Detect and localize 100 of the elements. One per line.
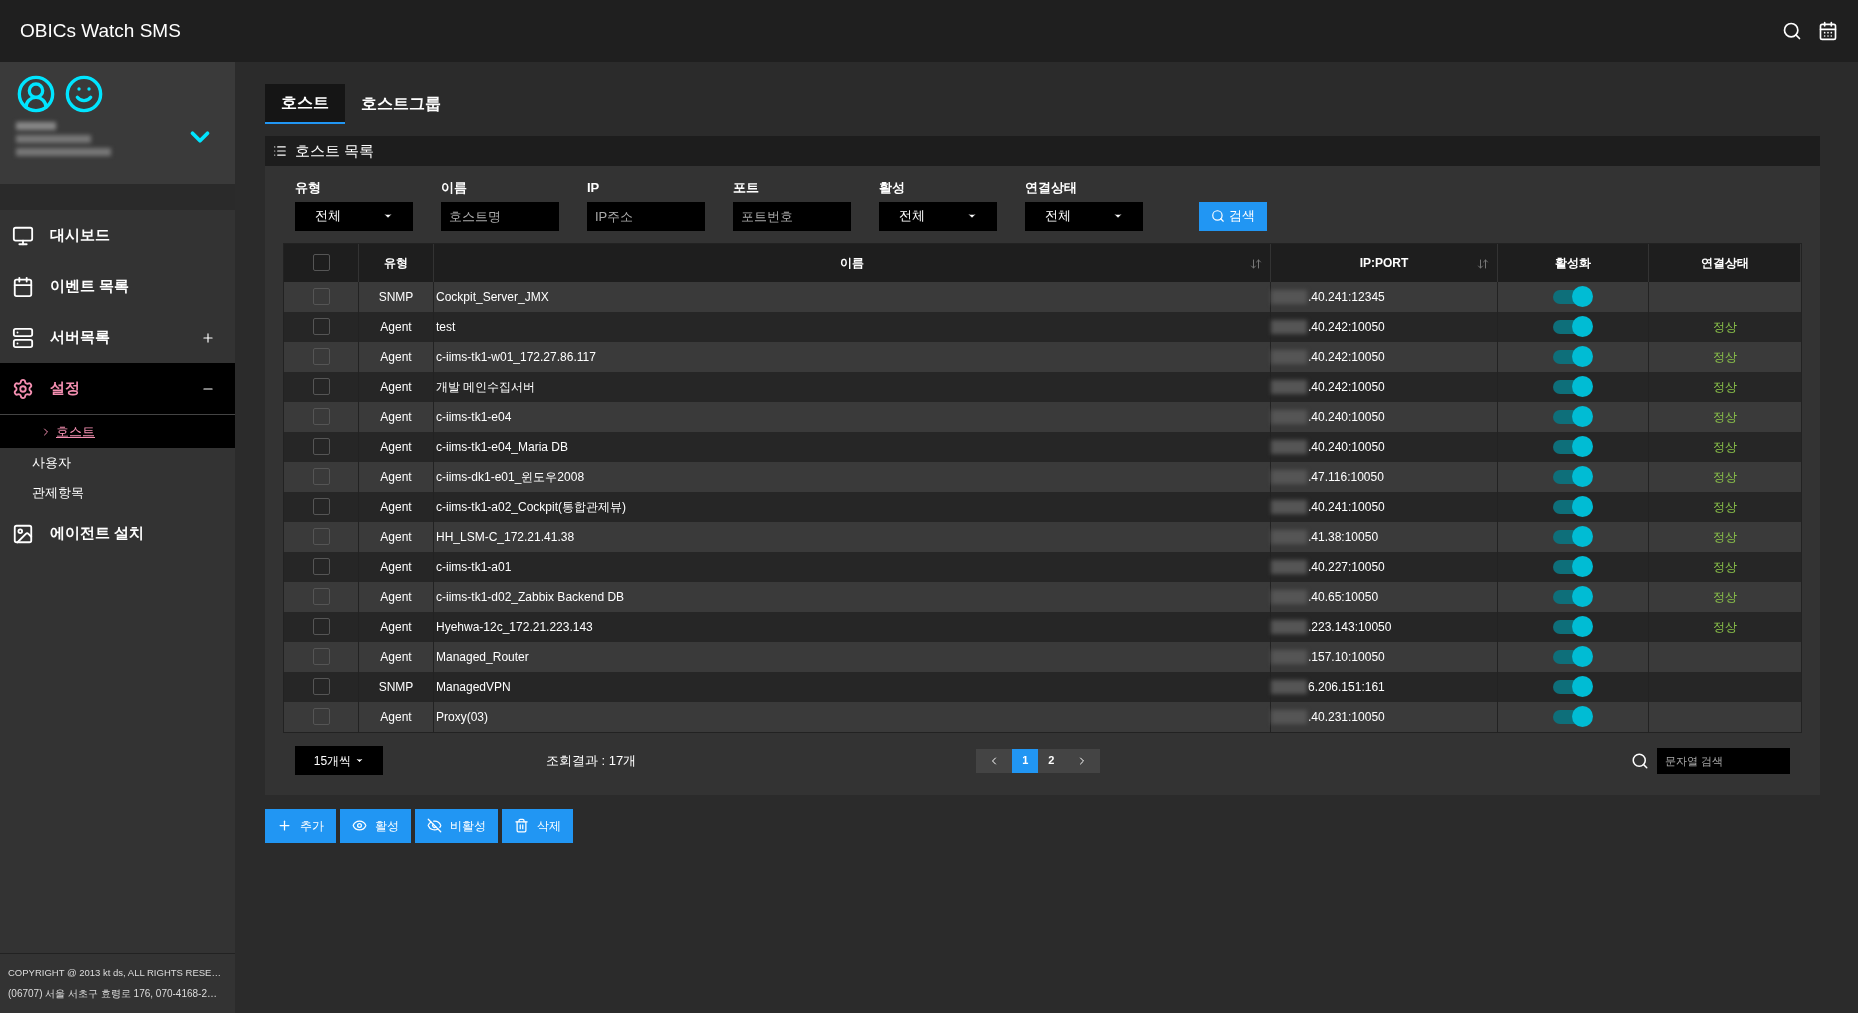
- table-row[interactable]: Agent c-iims-tk1-d02_Zabbix Backend DB .40.65:10050 정상: [284, 581, 1801, 612]
- sidebar-item[interactable]: 대시보드: [0, 210, 235, 261]
- submenu-item[interactable]: 호스트: [0, 414, 235, 448]
- sort-icon[interactable]: [1477, 257, 1489, 270]
- toggle-switch[interactable]: [1553, 435, 1593, 458]
- toggle-switch[interactable]: [1553, 525, 1593, 548]
- redacted-block: [1271, 289, 1307, 304]
- table-cell-text: .47.116:10050: [1308, 468, 1384, 486]
- tab[interactable]: 호스트그룹: [345, 84, 457, 124]
- table-row[interactable]: Agent Managed_Router .157.10:10050: [284, 641, 1801, 672]
- table-cell-text: 6.206.151:161: [1308, 678, 1385, 696]
- page-size-dropdown[interactable]: 15개씩: [295, 746, 383, 775]
- text-search-field[interactable]: 문자열 검색: [1657, 747, 1790, 774]
- table-cell-text: Agent: [380, 378, 412, 396]
- table-row[interactable]: Agent c-iims-tk1-a01 .40.227:10050 정상: [284, 551, 1801, 582]
- sidebar-item[interactable]: 에이전트 설치: [0, 508, 235, 559]
- filter-field[interactable]: 포트번호: [733, 201, 851, 231]
- redacted-block: [1271, 529, 1307, 544]
- toggle-switch[interactable]: [1553, 405, 1593, 428]
- toggle-switch[interactable]: [1553, 585, 1593, 608]
- status-text: 정상: [1713, 498, 1737, 516]
- checkbox[interactable]: [312, 498, 330, 515]
- filter-label: IP: [587, 179, 601, 197]
- filter-dropdown[interactable]: 전체: [1025, 201, 1143, 231]
- table-row[interactable]: Agent Proxy(03) .40.231:10050: [284, 701, 1801, 732]
- filter-dropdown[interactable]: 전체: [879, 201, 997, 231]
- plus-icon: [277, 818, 292, 833]
- checkbox[interactable]: [312, 678, 330, 695]
- table-cell-text: .41.38:10050: [1308, 528, 1379, 546]
- redacted-block: [1271, 649, 1307, 664]
- table-row[interactable]: Agent c-iims-tk1-w01_172.27.86.117 .40.242:10050 정상: [284, 341, 1801, 372]
- table-cell-text: .40.241:10050: [1308, 498, 1385, 516]
- sidebar-item[interactable]: 설정: [0, 363, 235, 414]
- column-header[interactable]: IP:PORT: [1271, 243, 1498, 282]
- checkbox[interactable]: [312, 288, 330, 305]
- checkbox[interactable]: [312, 588, 330, 605]
- table-cell-text: .40.65:10050: [1308, 588, 1379, 606]
- toggle-switch[interactable]: [1553, 705, 1593, 728]
- toggle-switch[interactable]: [1553, 615, 1593, 638]
- submenu-item[interactable]: 사용자: [0, 448, 235, 478]
- table-row[interactable]: Agent Hyehwa-12c_172.21.223.143 .223.143:10050 정상: [284, 611, 1801, 642]
- checkbox[interactable]: [312, 438, 330, 455]
- redacted-block: [1271, 679, 1307, 694]
- toggle-switch[interactable]: [1553, 375, 1593, 398]
- submenu-item[interactable]: 관제항목: [0, 478, 235, 508]
- page-button[interactable]: 2: [1038, 748, 1065, 773]
- filter-label: 이름: [441, 179, 468, 197]
- toggle-switch[interactable]: [1553, 345, 1593, 368]
- checkbox[interactable]: [312, 558, 330, 575]
- table-row[interactable]: Agent 개발 메인수집서버 .40.242:10050 정상: [284, 371, 1801, 402]
- table-row[interactable]: Agent HH_LSM-C_172.21.41.38 .41.38:10050 정상: [284, 521, 1801, 552]
- table-row[interactable]: Agent c-iims-tk1-e04_Maria DB .40.240:10050 정상: [284, 431, 1801, 462]
- redacted-block: [1271, 379, 1307, 394]
- checkbox[interactable]: [312, 378, 330, 395]
- checkbox[interactable]: [312, 254, 330, 271]
- expand-icon[interactable]: [201, 330, 215, 345]
- toggle-switch[interactable]: [1553, 285, 1593, 308]
- table-cell-text: Hyehwa-12c_172.21.223.143: [436, 618, 593, 636]
- filter-field[interactable]: 호스트명: [441, 201, 559, 231]
- toggle-switch[interactable]: [1553, 495, 1593, 518]
- filter-dropdown[interactable]: 전체: [295, 201, 413, 231]
- table-row[interactable]: SNMP ManagedVPN 6.206.151:161: [284, 671, 1801, 702]
- toggle-switch[interactable]: [1553, 315, 1593, 338]
- checkbox[interactable]: [312, 618, 330, 635]
- calendar-icon[interactable]: [1818, 21, 1838, 41]
- column-header: 유형: [359, 243, 434, 282]
- checkbox[interactable]: [312, 408, 330, 425]
- redacted-block: [1271, 619, 1307, 634]
- table-row[interactable]: Agent test .40.242:10050 정상: [284, 311, 1801, 342]
- checkbox[interactable]: [312, 528, 330, 545]
- checkbox[interactable]: [312, 648, 330, 665]
- table-cell-text: .40.242:10050: [1308, 318, 1385, 336]
- sort-icon[interactable]: [1250, 257, 1262, 270]
- checkbox[interactable]: [312, 348, 330, 365]
- redacted-block: [1271, 709, 1307, 724]
- checkbox[interactable]: [312, 708, 330, 725]
- toggle-switch[interactable]: [1553, 555, 1593, 578]
- redacted-block: [1271, 319, 1307, 334]
- sidebar-item[interactable]: 이벤트 목록: [0, 261, 235, 312]
- search-icon[interactable]: [1782, 21, 1802, 41]
- table-row[interactable]: Agent c-iims-dk1-e01_윈도우2008 .47.116:10050 정상: [284, 461, 1801, 492]
- table-cell-text: HH_LSM-C_172.21.41.38: [436, 528, 575, 546]
- table-row[interactable]: Agent c-iims-tk1-e04 .40.240:10050 정상: [284, 401, 1801, 432]
- filter-label: 유형: [295, 179, 322, 197]
- table-row[interactable]: Agent c-iims-tk1-a02_Cockpit(통합관제뷰) .40.241:10050 정상: [284, 491, 1801, 522]
- toggle-switch[interactable]: [1553, 645, 1593, 668]
- sidebar-item[interactable]: 서버목록: [0, 312, 235, 363]
- face-avatar-icon: [64, 74, 104, 114]
- checkbox[interactable]: [312, 468, 330, 485]
- toggle-switch[interactable]: [1553, 675, 1593, 698]
- tab[interactable]: 호스트: [265, 84, 345, 124]
- table-row[interactable]: SNMP Cockpit_Server_JMX .40.241:12345: [284, 281, 1801, 312]
- column-header[interactable]: 이름: [434, 243, 1271, 282]
- filter-field[interactable]: IP주소: [587, 201, 705, 231]
- toggle-switch[interactable]: [1553, 465, 1593, 488]
- table-cell-text: c-iims-tk1-e04_Maria DB: [436, 438, 569, 456]
- checkbox[interactable]: [312, 318, 330, 335]
- redacted-block: [1271, 499, 1307, 514]
- table-cell-text: .40.242:10050: [1308, 348, 1385, 366]
- table-cell-text: Agent: [380, 528, 412, 546]
